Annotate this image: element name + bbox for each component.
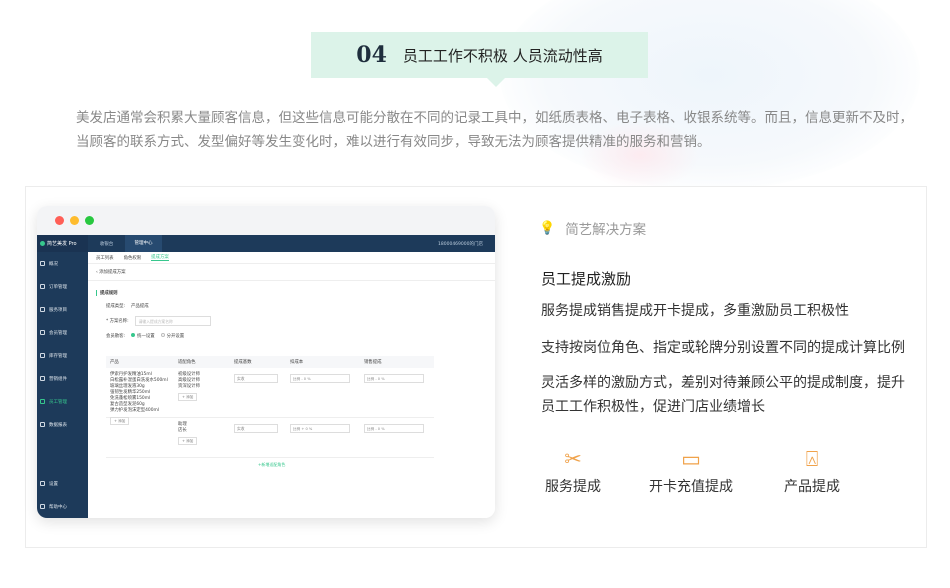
base-select[interactable]: 实收 (234, 374, 278, 383)
base-select-2[interactable]: 实收 (234, 424, 278, 433)
sub-tabs: 员工列表 角色权限 提成方案 (88, 252, 495, 264)
service-icon (40, 307, 45, 312)
sidebar: 简艺美发 Pro 概况 订单管理 服务项目 会员管理 库存管理 营销组件 员工管… (37, 235, 88, 518)
member-row: 会员散客: 统一设置 分开设置 (106, 333, 185, 339)
sidebar-item-settings[interactable]: 设置 (37, 472, 88, 495)
window-close-dot (55, 216, 64, 225)
sale-ratio-input[interactable]: 比例 - 0 % (364, 374, 424, 383)
card-icon: ▭ (681, 447, 701, 471)
window-titlebar (37, 206, 495, 235)
scissors-comb-icon: ✂ (564, 447, 582, 471)
solution-point-2: 支持按岗位角色、指定或轮牌分别设置不同的提成计算比例 (541, 340, 905, 356)
solution-point-1: 服务提成销售提成开卡提成，多重激励员工积极性 (541, 303, 849, 319)
lightbulb-icon: 💡 (539, 220, 556, 236)
add-role-button[interactable]: + 添加 (178, 393, 198, 401)
tab-role-permissions[interactable]: 角色权限 (124, 255, 142, 261)
sidebar-item-overview[interactable]: 概况 (37, 252, 88, 275)
section-banner: 04 员工工作不积极 人员流动性高 (311, 32, 648, 87)
sidebar-item-reports[interactable]: 数据报表 (37, 413, 88, 436)
add-role-link[interactable]: +新增适配角色 (258, 462, 285, 468)
tab-staff-list[interactable]: 员工列表 (96, 255, 114, 261)
sidebar-item-marketing[interactable]: 营销组件 (37, 367, 88, 390)
gear-icon (40, 481, 45, 486)
solution-heading: 员工提成激励 (541, 270, 632, 288)
radio-separate[interactable]: 分开设置 (160, 333, 184, 339)
main-content: 员工列表 角色权限 提成方案 ‹ 添加提成方案 提成规则 提成类型: 产品提成 *… (88, 252, 495, 518)
sidebar-item-members[interactable]: 会员管理 (37, 321, 88, 344)
name-row: * 方案名称: 请输入提成方案名称 (106, 316, 495, 326)
section-title: 员工工作不积极 人员流动性高 (402, 46, 603, 65)
add-role-button-2[interactable]: + 添加 (178, 437, 198, 445)
marketing-icon (40, 376, 45, 381)
top-bar: 收银台 管理中心 18000469000的门店 (88, 235, 495, 252)
report-icon (40, 422, 45, 427)
window-minimize-dot (70, 216, 79, 225)
app-body: 简艺美发 Pro 概况 订单管理 服务项目 会员管理 库存管理 营销组件 员工管… (37, 235, 495, 518)
feature-product-commission: ⍓ 产品提成 (767, 445, 857, 496)
table-row: 助理 店长 + 添加 实收 比例 + 0 % 比例 - 0 % (106, 418, 434, 458)
table-header: 产品 适配角色 提成基数 扣成本 销售提成 (106, 356, 434, 368)
app-logo: 简艺美发 Pro (37, 235, 88, 252)
sidebar-item-services[interactable]: 服务项目 (37, 298, 88, 321)
inventory-icon (40, 353, 45, 358)
type-row: 提成类型: 产品提成 (106, 304, 149, 309)
tab-commission-plan[interactable]: 提成方案 (151, 254, 169, 261)
store-account[interactable]: 18000469000的门店 (438, 241, 495, 247)
sidebar-item-help[interactable]: 帮助中心 (37, 495, 88, 518)
window-maximize-dot (85, 216, 94, 225)
order-icon (40, 284, 45, 289)
cost-ratio-input[interactable]: 比例 - 0 % (290, 374, 350, 383)
background-decoration (500, 0, 920, 190)
member-icon (40, 330, 45, 335)
bottle-icon: ⍓ (805, 447, 819, 471)
sidebar-item-staff[interactable]: 员工管理 (37, 390, 88, 413)
sidebar-item-inventory[interactable]: 库存管理 (37, 344, 88, 367)
breadcrumb[interactable]: ‹ 添加提成方案 (88, 264, 495, 281)
commission-table: 产品 适配角色 提成基数 扣成本 销售提成 伊索丹护发精油15ml 白松露补湿蛋白… (106, 356, 434, 458)
sale-ratio-input-2[interactable]: 比例 - 0 % (364, 424, 424, 433)
radio-unified[interactable]: 统一设置 (131, 333, 155, 339)
feature-card-commission: ▭ 开卡充值提成 (646, 445, 736, 496)
help-icon (40, 504, 45, 509)
table-row: 伊索丹护发精油15ml 白松露补湿蛋白洗发水500ml 玻璃丝理发液30g 强韧生发精… (106, 368, 434, 425)
app-screenshot-mockup: 简艺美发 Pro 概况 订单管理 服务项目 会员管理 库存管理 营销组件 员工管… (37, 206, 495, 518)
logo-icon (40, 241, 45, 246)
intro-text: 美发店通常会积累大量顾客信息，但这些信息可能分散在不同的记录工具中，如纸质表格、… (76, 110, 913, 150)
tab-management[interactable]: 管理中心 (125, 235, 162, 252)
tab-cashier[interactable]: 收银台 (88, 241, 125, 247)
feature-service-commission: ✂ 服务提成 (528, 445, 618, 496)
section-heading: 提成规则 (96, 290, 495, 296)
sidebar-item-orders[interactable]: 订单管理 (37, 275, 88, 298)
staff-icon (40, 399, 45, 404)
section-number: 04 (356, 42, 387, 68)
plan-name-input[interactable]: 请输入提成方案名称 (134, 316, 211, 326)
solution-point-3: 灵活多样的激励方式，差别对待兼顾公平的提成制度，提升员工工作积极性，促进门店业绩… (541, 375, 905, 415)
solution-label: 💡 简艺解决方案 (539, 220, 647, 239)
cost-ratio-input-2[interactable]: 比例 + 0 % (290, 424, 350, 433)
home-icon (40, 261, 45, 266)
